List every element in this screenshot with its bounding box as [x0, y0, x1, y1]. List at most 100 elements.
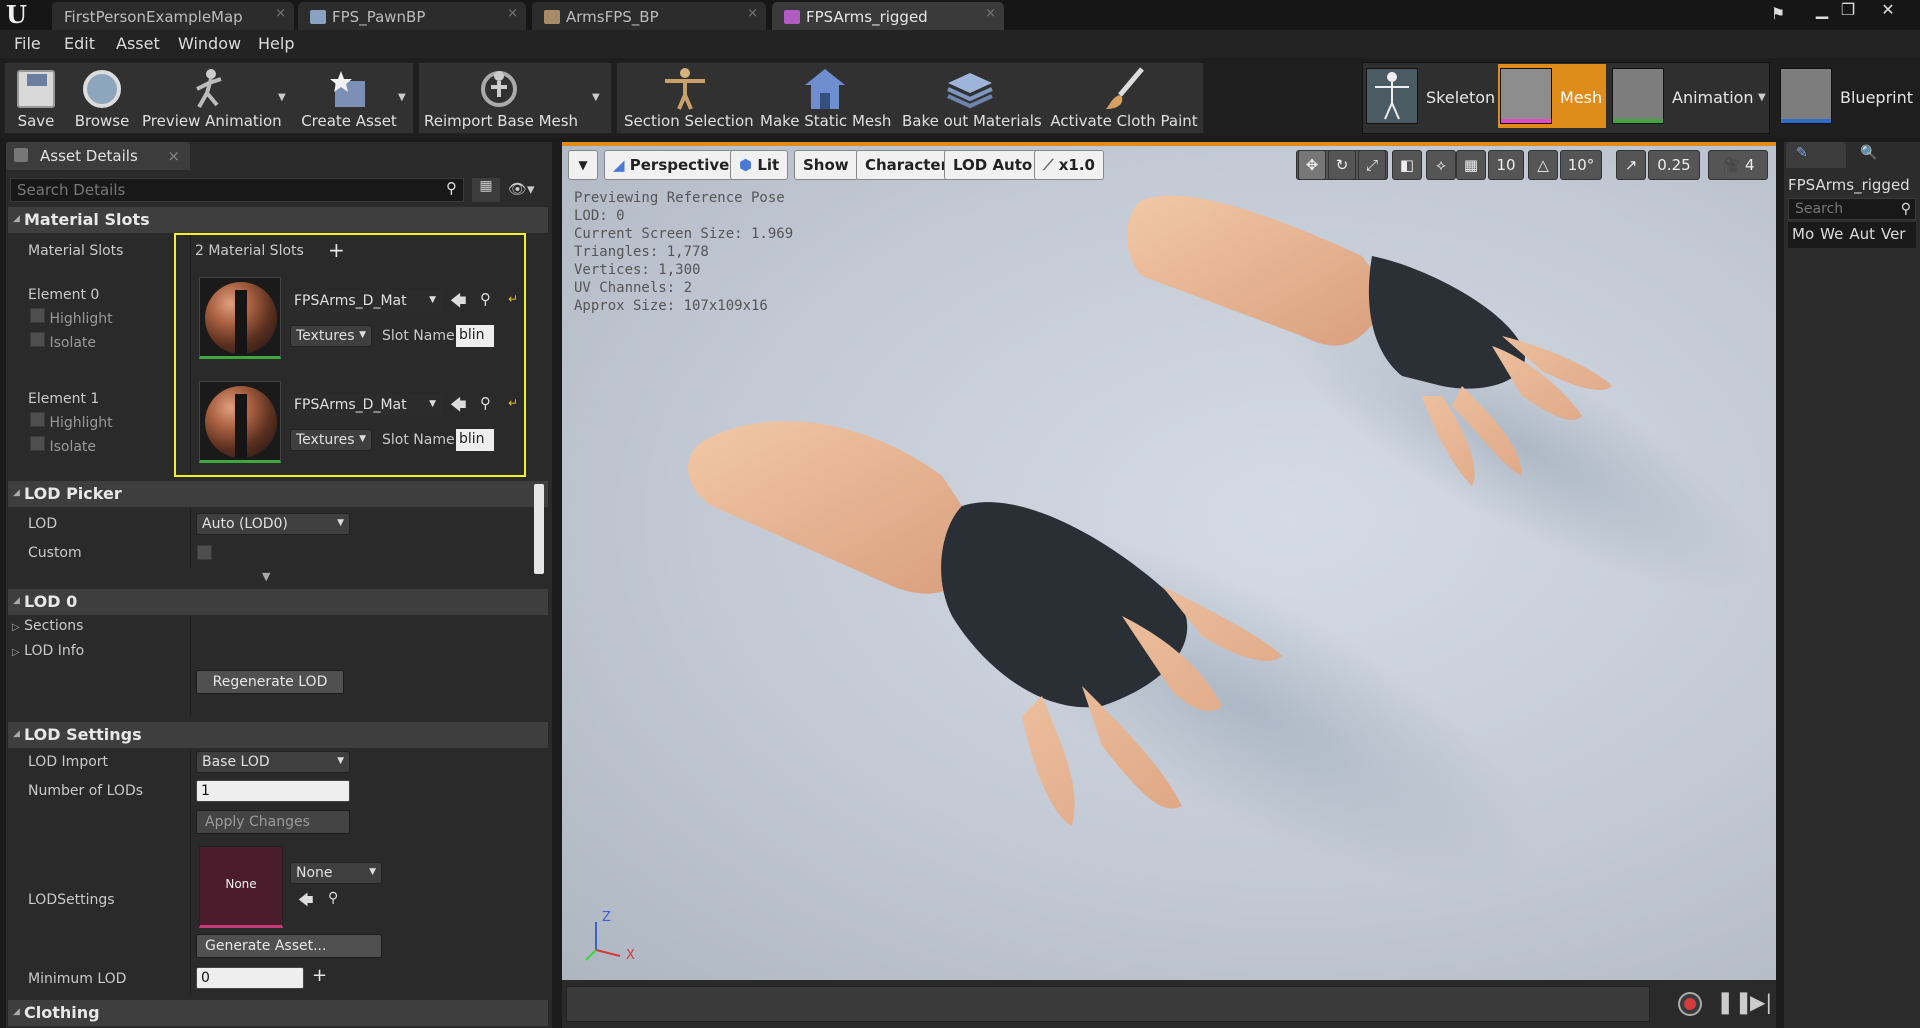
find-tab-icon[interactable]: 🔍 — [1850, 142, 1910, 168]
tab-pawn[interactable]: FPS_PawnBP × — [298, 2, 526, 30]
make-static-mesh-button[interactable]: Make Static Mesh — [760, 62, 891, 134]
close-icon[interactable]: × — [167, 147, 180, 165]
material-thumbnail[interactable] — [199, 381, 281, 463]
highlight-checkbox[interactable]: Highlight — [30, 412, 113, 431]
skeleton-mode-button[interactable]: Skeleton — [1426, 88, 1495, 107]
lodsettings-combo[interactable]: None — [290, 862, 382, 884]
custom-checkbox[interactable] — [197, 545, 212, 560]
search-details-input[interactable]: Search Details ⚲ — [10, 178, 464, 202]
tab-map[interactable]: FirstPersonExampleMap × — [52, 2, 294, 30]
apply-changes-button[interactable]: Apply Changes — [196, 810, 350, 834]
generate-asset-button[interactable]: Generate Asset... — [196, 934, 382, 958]
isolate-checkbox[interactable]: Isolate — [30, 436, 96, 455]
record-icon[interactable] — [1678, 992, 1702, 1016]
character-button[interactable]: Character — [856, 150, 957, 180]
viewport-options-dropdown-icon[interactable]: ▼ — [568, 150, 598, 180]
textures-combo[interactable]: Textures — [290, 429, 372, 451]
animation-mode-button[interactable]: Animation — [1672, 88, 1754, 107]
col-header[interactable]: Aut — [1849, 225, 1875, 245]
minimize-icon[interactable]: ▁ — [1810, 0, 1834, 20]
translate-icon[interactable]: ✥ — [1298, 150, 1326, 180]
rotation-snap-value[interactable]: 10° — [1560, 150, 1602, 180]
col-header[interactable]: We — [1820, 225, 1843, 245]
preview-animation-dropdown-icon[interactable]: ▼ — [278, 92, 286, 103]
lod-import-combo[interactable]: Base LOD — [196, 751, 350, 773]
lod-auto-button[interactable]: LOD Auto — [944, 150, 1042, 180]
feedback-icon[interactable]: ⚑ — [1766, 4, 1790, 24]
show-button[interactable]: Show — [794, 150, 858, 180]
rotate-icon[interactable]: ↻ — [1328, 150, 1356, 180]
slot-name-input[interactable]: blin — [456, 325, 494, 347]
world-local-icon[interactable]: ◧ — [1392, 150, 1422, 180]
add-plus-icon[interactable]: + — [312, 965, 327, 986]
activate-cloth-paint-button[interactable]: Activate Cloth Paint — [1050, 62, 1198, 134]
perspective-button[interactable]: ◢ Perspective — [604, 150, 739, 180]
create-asset-dropdown-icon[interactable]: ▼ — [398, 92, 406, 103]
material-thumbnail[interactable] — [199, 277, 281, 359]
scale-snap-icon[interactable]: ↗ — [1616, 150, 1646, 180]
reimport-base-mesh-button[interactable]: Reimport Base Mesh — [424, 62, 578, 134]
camera-speed-button[interactable]: 🎥 4 — [1708, 150, 1768, 180]
restore-icon[interactable]: ❐ — [1836, 0, 1860, 20]
close-icon[interactable]: × — [507, 6, 518, 21]
close-icon[interactable]: × — [747, 6, 758, 21]
scale-snap-value[interactable]: 0.25 — [1648, 150, 1700, 180]
scrollbar[interactable] — [534, 484, 544, 574]
create-asset-button[interactable]: Create Asset — [298, 62, 400, 134]
use-selected-arrow-icon[interactable]: 🡄 — [450, 394, 467, 421]
skeleton-mode-icon[interactable] — [1366, 68, 1418, 124]
sections-row[interactable]: ▷ Sections — [12, 618, 83, 634]
lit-button[interactable]: ⬢ Lit — [730, 150, 789, 180]
section-selection-button[interactable]: Section Selection — [624, 62, 754, 134]
material-slots-header[interactable]: Material Slots — [8, 207, 548, 233]
rotation-snap-icon[interactable]: △ — [1528, 150, 1558, 180]
close-icon[interactable]: × — [275, 6, 286, 21]
slot-name-input[interactable]: blin — [456, 429, 494, 451]
tab-arms-bp[interactable]: ArmsFPS_BP × — [532, 2, 766, 30]
preview-animation-button[interactable]: Preview Animation — [142, 62, 282, 134]
regenerate-lod-button[interactable]: Regenerate LOD — [196, 670, 344, 694]
browse-search-icon[interactable]: ⚲ — [480, 394, 491, 412]
lod-combo[interactable]: Auto (LOD0) — [196, 513, 350, 535]
close-window-icon[interactable]: ✕ — [1876, 0, 1900, 20]
menu-help[interactable]: Help — [258, 34, 294, 53]
surface-snap-icon[interactable]: ⟡ — [1426, 150, 1456, 180]
asset-browser-tab-icon[interactable]: ✎ — [1786, 142, 1846, 168]
browse-search-icon[interactable]: ⚲ — [328, 890, 338, 906]
number-of-lods-input[interactable]: 1 — [196, 780, 350, 802]
minimum-lod-input[interactable]: 0 — [196, 967, 304, 989]
grid-size-value[interactable]: 10 — [1488, 150, 1524, 180]
reset-yellow-arrow-icon[interactable]: ↵ — [508, 396, 518, 410]
step-forward-icon[interactable]: ▶| — [1750, 990, 1772, 1014]
lod0-header[interactable]: LOD 0 — [8, 589, 548, 615]
highlight-checkbox[interactable]: Highlight — [30, 308, 113, 327]
animation-dropdown-icon[interactable]: ▼ — [1758, 92, 1766, 103]
menu-asset[interactable]: Asset — [116, 34, 160, 53]
lodsettings-thumbnail[interactable]: None — [199, 846, 283, 928]
menu-window[interactable]: Window — [178, 34, 241, 53]
lod-info-row[interactable]: ▷ LOD Info — [12, 643, 84, 659]
browse-search-icon[interactable]: ⚲ — [480, 290, 491, 308]
close-icon[interactable]: × — [985, 6, 996, 21]
reset-yellow-arrow-icon[interactable]: ↵ — [508, 292, 518, 306]
material-combo[interactable]: FPSArms_D_Mat — [288, 394, 442, 416]
animation-mode-icon[interactable] — [1612, 68, 1664, 124]
add-slot-plus-icon[interactable]: + — [328, 238, 345, 262]
textures-combo[interactable]: Textures — [290, 325, 372, 347]
col-header[interactable]: Ver — [1881, 225, 1906, 245]
bake-out-materials-button[interactable]: Bake out Materials — [902, 62, 1042, 134]
use-selected-arrow-icon[interactable]: 🡄 — [298, 890, 314, 915]
grid-snap-icon[interactable]: ▦ — [1456, 150, 1486, 180]
isolate-checkbox[interactable]: Isolate — [30, 332, 96, 351]
asset-details-tab[interactable]: Asset Details × — [6, 142, 190, 170]
tab-fpsarms-rigged[interactable]: FPSArms_rigged × — [772, 2, 1004, 30]
view-options-grid-icon[interactable]: ▦ — [472, 178, 500, 202]
unreal-logo-icon[interactable]: U — [6, 2, 34, 28]
timeline-scrubber[interactable] — [566, 986, 1650, 1022]
clothing-header[interactable]: Clothing — [8, 1000, 548, 1026]
blueprint-mode-icon[interactable] — [1780, 68, 1832, 124]
use-selected-arrow-icon[interactable]: 🡄 — [450, 290, 467, 317]
eye-visibility-icon[interactable]: 👁▾ — [508, 180, 535, 198]
menu-edit[interactable]: Edit — [64, 34, 95, 53]
browse-button[interactable]: Browse — [70, 62, 134, 134]
